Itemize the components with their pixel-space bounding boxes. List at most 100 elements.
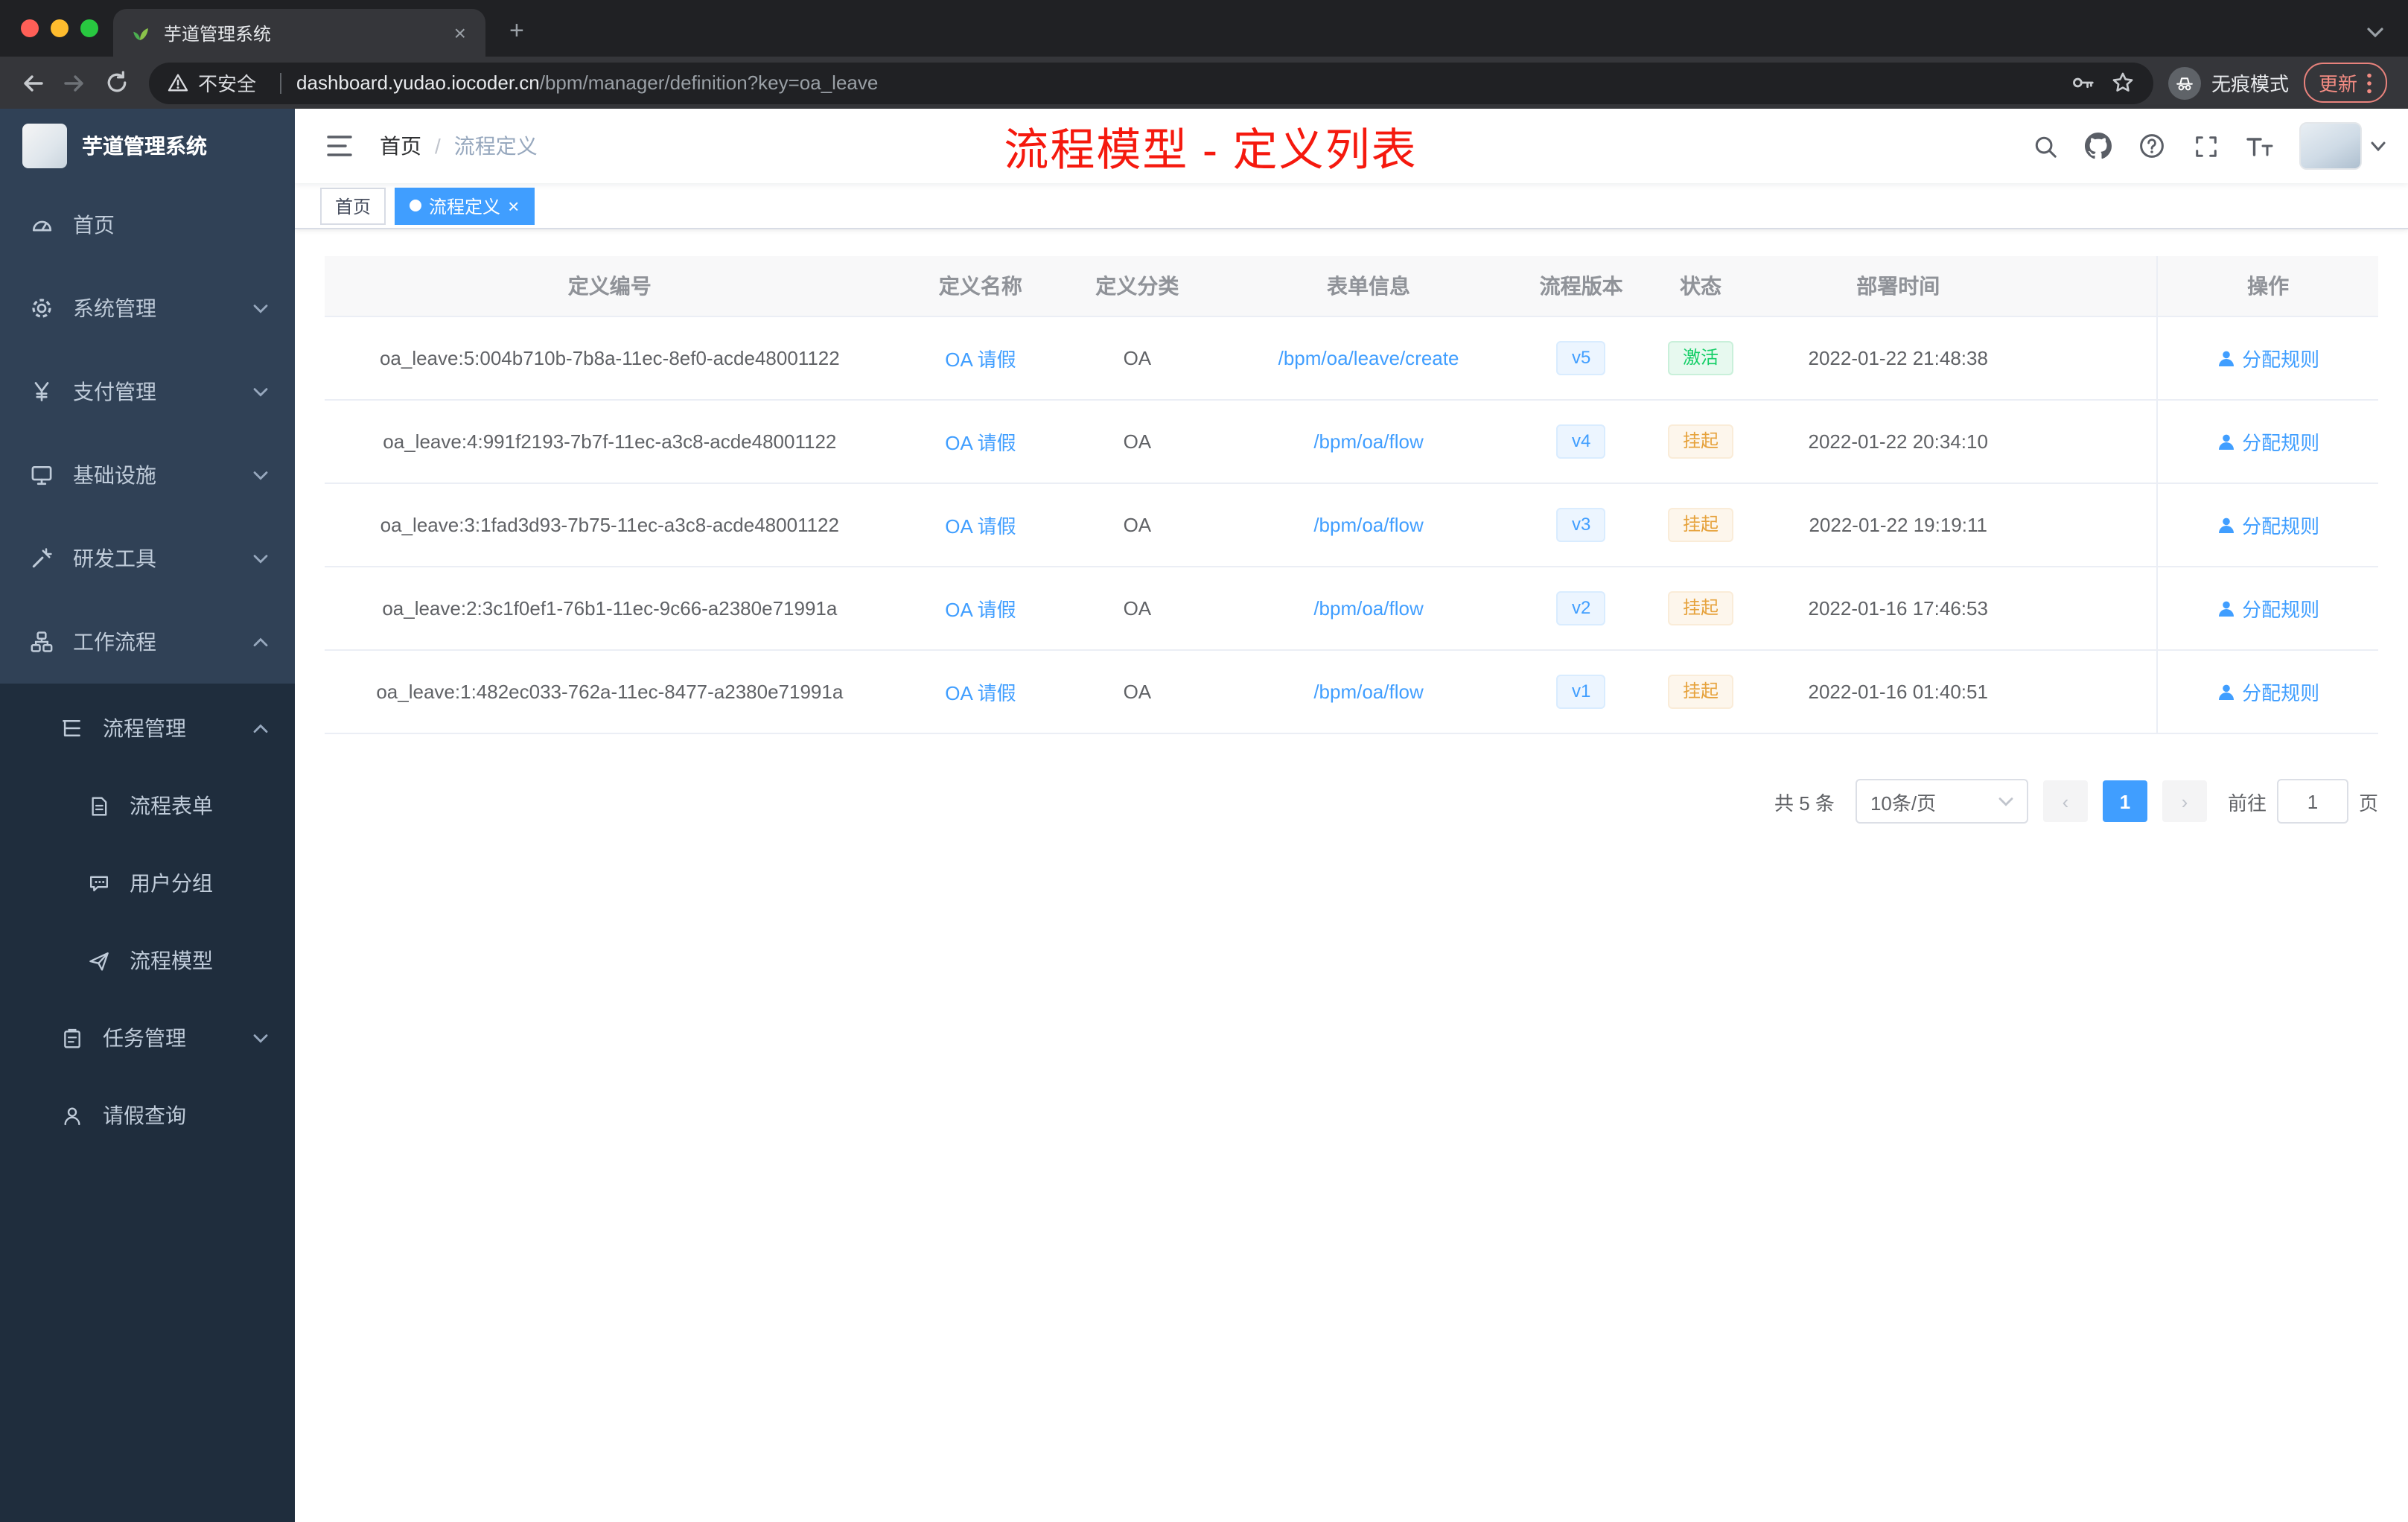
user-avatar-menu[interactable] [2299, 122, 2386, 170]
paper-plane-icon [86, 949, 110, 972]
definition-name-link[interactable]: OA 请假 [945, 515, 1016, 538]
version-badge: v4 [1556, 424, 1606, 459]
sidebar-item-workflow[interactable]: 工作流程 [0, 600, 295, 684]
column-header: 定义名称 [894, 256, 1067, 317]
form-link[interactable]: /bpm/oa/flow [1313, 514, 1423, 536]
assign-rule-button[interactable]: 分配规则 [2217, 427, 2319, 456]
hamburger-icon[interactable] [317, 124, 362, 168]
goto-page: 前往 页 [2228, 779, 2378, 824]
update-browser-button[interactable]: 更新 [2303, 63, 2387, 103]
status-badge: 挂起 [1667, 591, 1733, 625]
chevron-down-icon [253, 553, 268, 564]
definition-name-link[interactable]: OA 请假 [945, 599, 1016, 621]
workflow-icon [30, 630, 54, 654]
tag-home[interactable]: 首页 [320, 187, 386, 224]
form-link[interactable]: /bpm/oa/flow [1313, 597, 1423, 620]
status-badge: 挂起 [1667, 424, 1733, 459]
breadcrumb-current: 流程定义 [453, 134, 538, 158]
monitor-icon [30, 463, 54, 487]
minimize-window-button[interactable] [51, 19, 69, 37]
column-header: 状态 [1633, 256, 1768, 317]
window-controls [21, 19, 98, 37]
sidebar-item-payment[interactable]: 支付管理 [0, 350, 295, 433]
tag-close-icon[interactable]: × [508, 196, 519, 215]
zoom-window-button[interactable] [80, 19, 98, 37]
github-icon[interactable] [2076, 124, 2121, 168]
goto-unit: 页 [2358, 792, 2378, 814]
active-dot [410, 200, 422, 211]
definition-name-link[interactable]: OA 请假 [945, 432, 1016, 454]
bookmark-star-icon[interactable] [2110, 70, 2135, 95]
more-menu-icon[interactable] [2366, 72, 2372, 93]
browser-tab[interactable]: 芋道管理系统 × [113, 9, 485, 57]
page-number-button[interactable]: 1 [2102, 780, 2147, 822]
definition-name-link[interactable]: OA 请假 [945, 348, 1016, 371]
sidebar-item-devtools[interactable]: 研发工具 [0, 517, 295, 600]
forward-icon[interactable] [54, 62, 95, 104]
new-tab-button[interactable]: + [500, 16, 533, 46]
sidebar-item-system[interactable]: 系统管理 [0, 267, 295, 350]
column-header: 表单信息 [1208, 256, 1529, 317]
yen-icon [30, 380, 54, 404]
browser-toolbar: 不安全 dashboard.yudao.iocoder.cn /bpm/mana… [0, 57, 2408, 109]
tab-close-icon[interactable]: × [450, 21, 471, 45]
table-row: oa_leave:5:004b710b-7b8a-11ec-8ef0-acde4… [325, 316, 2378, 401]
sidebar-item-process-form[interactable]: 流程表单 [0, 767, 295, 844]
navbar-actions [2022, 122, 2386, 170]
page-size-value: 10条/页 [1870, 792, 1937, 814]
tag-label: 流程定义 [429, 196, 501, 217]
sidebar-item-process-management[interactable]: 流程管理 [0, 690, 295, 767]
table-row: oa_leave:1:482ec033-762a-11ec-8477-a2380… [325, 650, 2378, 734]
form-link[interactable]: /bpm/oa/flow [1313, 681, 1423, 703]
sidebar-item-infrastructure[interactable]: 基础设施 [0, 433, 295, 517]
definition-name-link[interactable]: OA 请假 [945, 682, 1016, 704]
assign-rule-button[interactable]: 分配规则 [2217, 344, 2319, 372]
deploy-time: 2022-01-22 21:48:38 [1768, 316, 2158, 401]
tab-search-chevron-icon[interactable] [2366, 27, 2384, 39]
update-label: 更新 [2318, 73, 2357, 95]
definition-category: OA [1066, 400, 1208, 484]
table-row: oa_leave:3:1fad3d93-7b75-11ec-a3c8-acde4… [325, 483, 2378, 567]
font-size-icon[interactable] [2237, 124, 2281, 168]
prev-page-button[interactable]: ‹ [2042, 780, 2088, 822]
chevron-down-icon [253, 470, 268, 480]
incognito-label: 无痕模式 [2211, 73, 2289, 95]
next-page-button[interactable]: › [2162, 780, 2207, 822]
sidebar-item-leave-query[interactable]: 请假查询 [0, 1077, 295, 1154]
app-root: 芋道管理系统 首页 系统管理 支付管理 基础设施 研发工具 工作流程 流程管理 … [0, 109, 2408, 1522]
omnibox-icons [2070, 70, 2135, 95]
page-size-select[interactable]: 10条/页 [1855, 779, 2028, 824]
sidebar-item-process-model[interactable]: 流程模型 [0, 922, 295, 999]
refresh-icon[interactable] [95, 62, 137, 104]
status-badge: 激活 [1667, 341, 1733, 375]
workflow-submenu: 流程管理 流程表单 用户分组 流程模型 任务管理 请假查询 [0, 684, 295, 1522]
goto-page-input[interactable] [2276, 779, 2348, 824]
help-icon[interactable] [2130, 124, 2174, 168]
dashboard-icon [30, 213, 54, 237]
annotation-overlay: 流程模型 - 定义列表 [1004, 127, 1418, 176]
security-label[interactable]: 不安全 [198, 69, 256, 97]
sidebar-item-label: 系统管理 [73, 296, 156, 320]
address-bar[interactable]: 不安全 dashboard.yudao.iocoder.cn /bpm/mana… [149, 62, 2153, 104]
fullscreen-icon[interactable] [2183, 124, 2228, 168]
assign-rule-button[interactable]: 分配规则 [2217, 678, 2319, 706]
deploy-time: 2022-01-22 20:34:10 [1768, 400, 2158, 484]
chevron-up-icon [253, 723, 268, 733]
sidebar-logo[interactable]: 芋道管理系统 [0, 109, 295, 183]
table-header-row: 定义编号 定义名称 定义分类 表单信息 流程版本 状态 部署时间 操作 [325, 256, 2378, 317]
sidebar-item-home[interactable]: 首页 [0, 183, 295, 267]
definition-id: oa_leave:4:991f2193-7b7f-11ec-a3c8-acde4… [325, 400, 895, 484]
key-icon[interactable] [2070, 70, 2095, 95]
assign-rule-button[interactable]: 分配规则 [2217, 594, 2319, 623]
search-icon[interactable] [2022, 124, 2067, 168]
assign-rule-button[interactable]: 分配规则 [2217, 511, 2319, 539]
chevron-down-icon [253, 1033, 268, 1043]
breadcrumb-home[interactable]: 首页 [380, 131, 421, 161]
sidebar-item-user-group[interactable]: 用户分组 [0, 844, 295, 922]
form-link[interactable]: /bpm/oa/leave/create [1278, 347, 1459, 369]
form-link[interactable]: /bpm/oa/flow [1313, 430, 1423, 453]
close-window-button[interactable] [21, 19, 39, 37]
tag-process-definition[interactable]: 流程定义 × [395, 187, 535, 224]
sidebar-item-task-management[interactable]: 任务管理 [0, 999, 295, 1077]
back-icon[interactable] [12, 62, 54, 104]
